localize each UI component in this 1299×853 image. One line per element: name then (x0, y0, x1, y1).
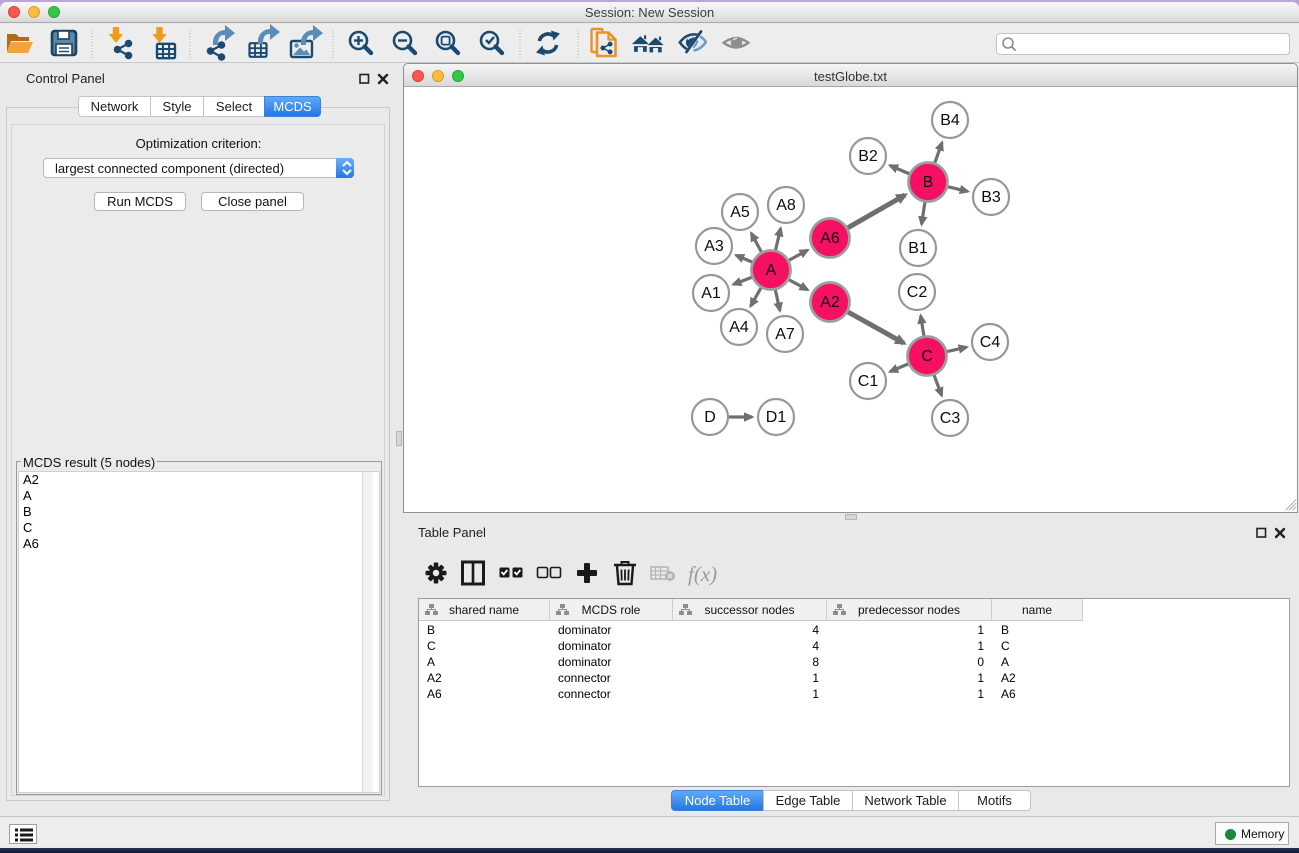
svg-text:A7: A7 (775, 326, 795, 343)
svg-text:C4: C4 (980, 334, 1001, 351)
svg-text:A3: A3 (704, 238, 724, 255)
svg-text:B1: B1 (908, 240, 928, 257)
svg-text:C2: C2 (907, 284, 928, 301)
svg-text:A5: A5 (730, 204, 750, 221)
svg-text:B: B (923, 174, 934, 191)
svg-text:C3: C3 (940, 410, 961, 427)
svg-text:A6: A6 (820, 230, 840, 247)
svg-text:A: A (766, 262, 777, 279)
svg-text:A2: A2 (820, 294, 840, 311)
svg-text:D: D (704, 409, 716, 426)
svg-text:B2: B2 (858, 148, 878, 165)
svg-text:A8: A8 (776, 197, 796, 214)
svg-text:A4: A4 (729, 319, 749, 336)
svg-text:B4: B4 (940, 112, 960, 129)
svg-text:A1: A1 (701, 285, 721, 302)
svg-text:C: C (921, 348, 933, 365)
svg-text:f(x): f(x) (688, 562, 717, 586)
svg-text:B3: B3 (981, 189, 1001, 206)
svg-text:D1: D1 (766, 409, 787, 426)
svg-text:C1: C1 (858, 373, 879, 390)
